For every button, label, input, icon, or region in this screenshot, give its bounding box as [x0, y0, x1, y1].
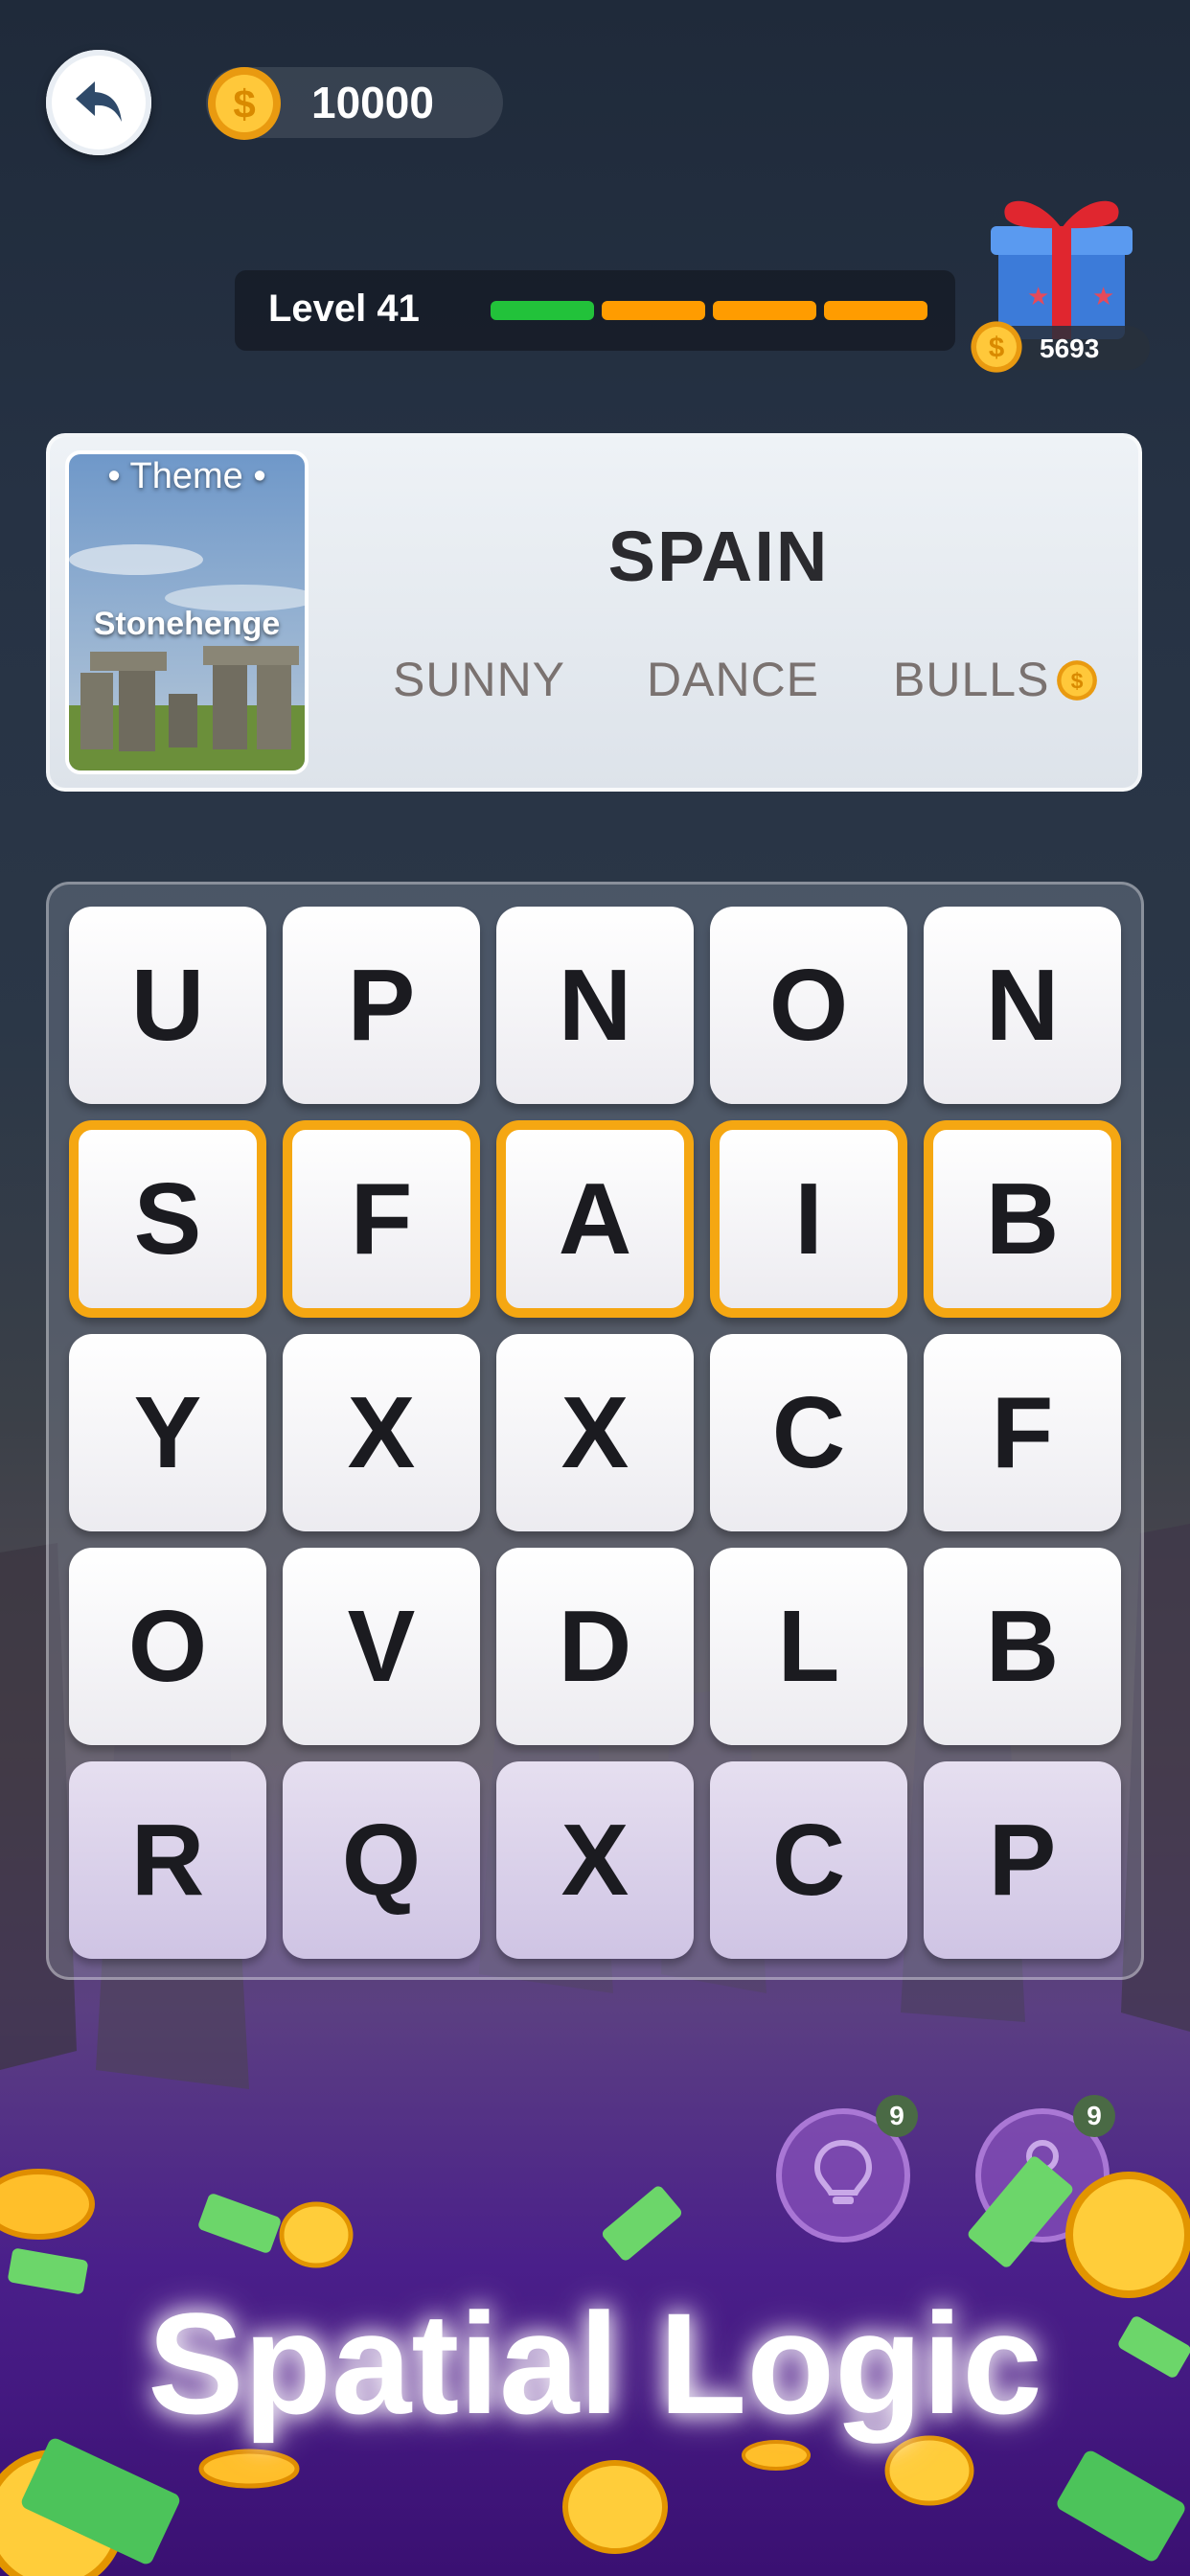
svg-text:$: $	[989, 333, 1004, 364]
svg-text:$: $	[1071, 668, 1084, 693]
letter-tile[interactable]: D	[496, 1548, 694, 1745]
letter-tile[interactable]: O	[69, 1548, 266, 1745]
letter-tile[interactable]: B	[924, 1120, 1121, 1318]
letter-tile[interactable]: P	[924, 1761, 1121, 1959]
gift-box-icon[interactable]: ★ ★	[977, 192, 1146, 341]
letter-tile[interactable]: I	[710, 1120, 907, 1318]
back-arrow-icon	[76, 81, 122, 122]
level-label: Level 41	[268, 288, 420, 330]
coin-icon: $	[1057, 660, 1097, 701]
coin-icon: $	[971, 321, 1022, 373]
found-word-3: BULLS	[893, 653, 1050, 706]
letter-tile[interactable]: F	[924, 1334, 1121, 1531]
letter-tile[interactable]: B	[924, 1548, 1121, 1745]
letter-tile[interactable]: P	[283, 907, 480, 1104]
gift-coin-count: 5693	[1040, 334, 1100, 363]
answer-word: SPAIN	[607, 517, 830, 596]
svg-text:$: $	[233, 81, 255, 126]
letter-tile[interactable]: S	[69, 1120, 266, 1318]
letter-tile[interactable]: V	[283, 1548, 480, 1745]
back-button[interactable]	[46, 50, 151, 155]
letter-tile[interactable]: Y	[69, 1334, 266, 1531]
letter-tile[interactable]: C	[710, 1761, 907, 1959]
theme-title-text: Theme	[129, 456, 243, 496]
letter-tile[interactable]: X	[496, 1334, 694, 1531]
found-word-1: SUNNY	[393, 653, 566, 706]
coin-count: 10000	[311, 78, 434, 127]
svg-text:★: ★	[1027, 282, 1049, 310]
svg-text:★: ★	[1092, 282, 1114, 310]
letter-tile[interactable]: O	[710, 907, 907, 1104]
letter-tile[interactable]: Q	[283, 1761, 480, 1959]
letter-tile[interactable]: X	[283, 1334, 480, 1531]
letter-tile[interactable]: N	[496, 907, 694, 1104]
letter-tile[interactable]: U	[69, 907, 266, 1104]
promo-title: Spatial Logic	[148, 2283, 1042, 2444]
progress-segment-4	[824, 301, 927, 320]
found-word-2: DANCE	[647, 653, 820, 706]
letter-tile[interactable]: N	[924, 907, 1121, 1104]
letter-tile[interactable]: X	[496, 1761, 694, 1959]
letter-tile[interactable]: A	[496, 1120, 694, 1318]
key-count-badge: 9	[1073, 2095, 1115, 2137]
letter-tile[interactable]: F	[283, 1120, 480, 1318]
theme-image-caption: Stonehenge	[93, 606, 281, 642]
progress-segment-1	[491, 301, 594, 320]
theme-title: • Theme •	[107, 456, 266, 496]
progress-segment-2	[602, 301, 705, 320]
progress-segment-3	[713, 301, 816, 320]
letter-tile[interactable]: L	[710, 1548, 907, 1745]
hint-count-badge: 9	[876, 2095, 918, 2137]
letter-tile[interactable]: C	[710, 1334, 907, 1531]
letter-tile[interactable]: R	[69, 1761, 266, 1959]
coin-icon: $	[208, 67, 281, 140]
